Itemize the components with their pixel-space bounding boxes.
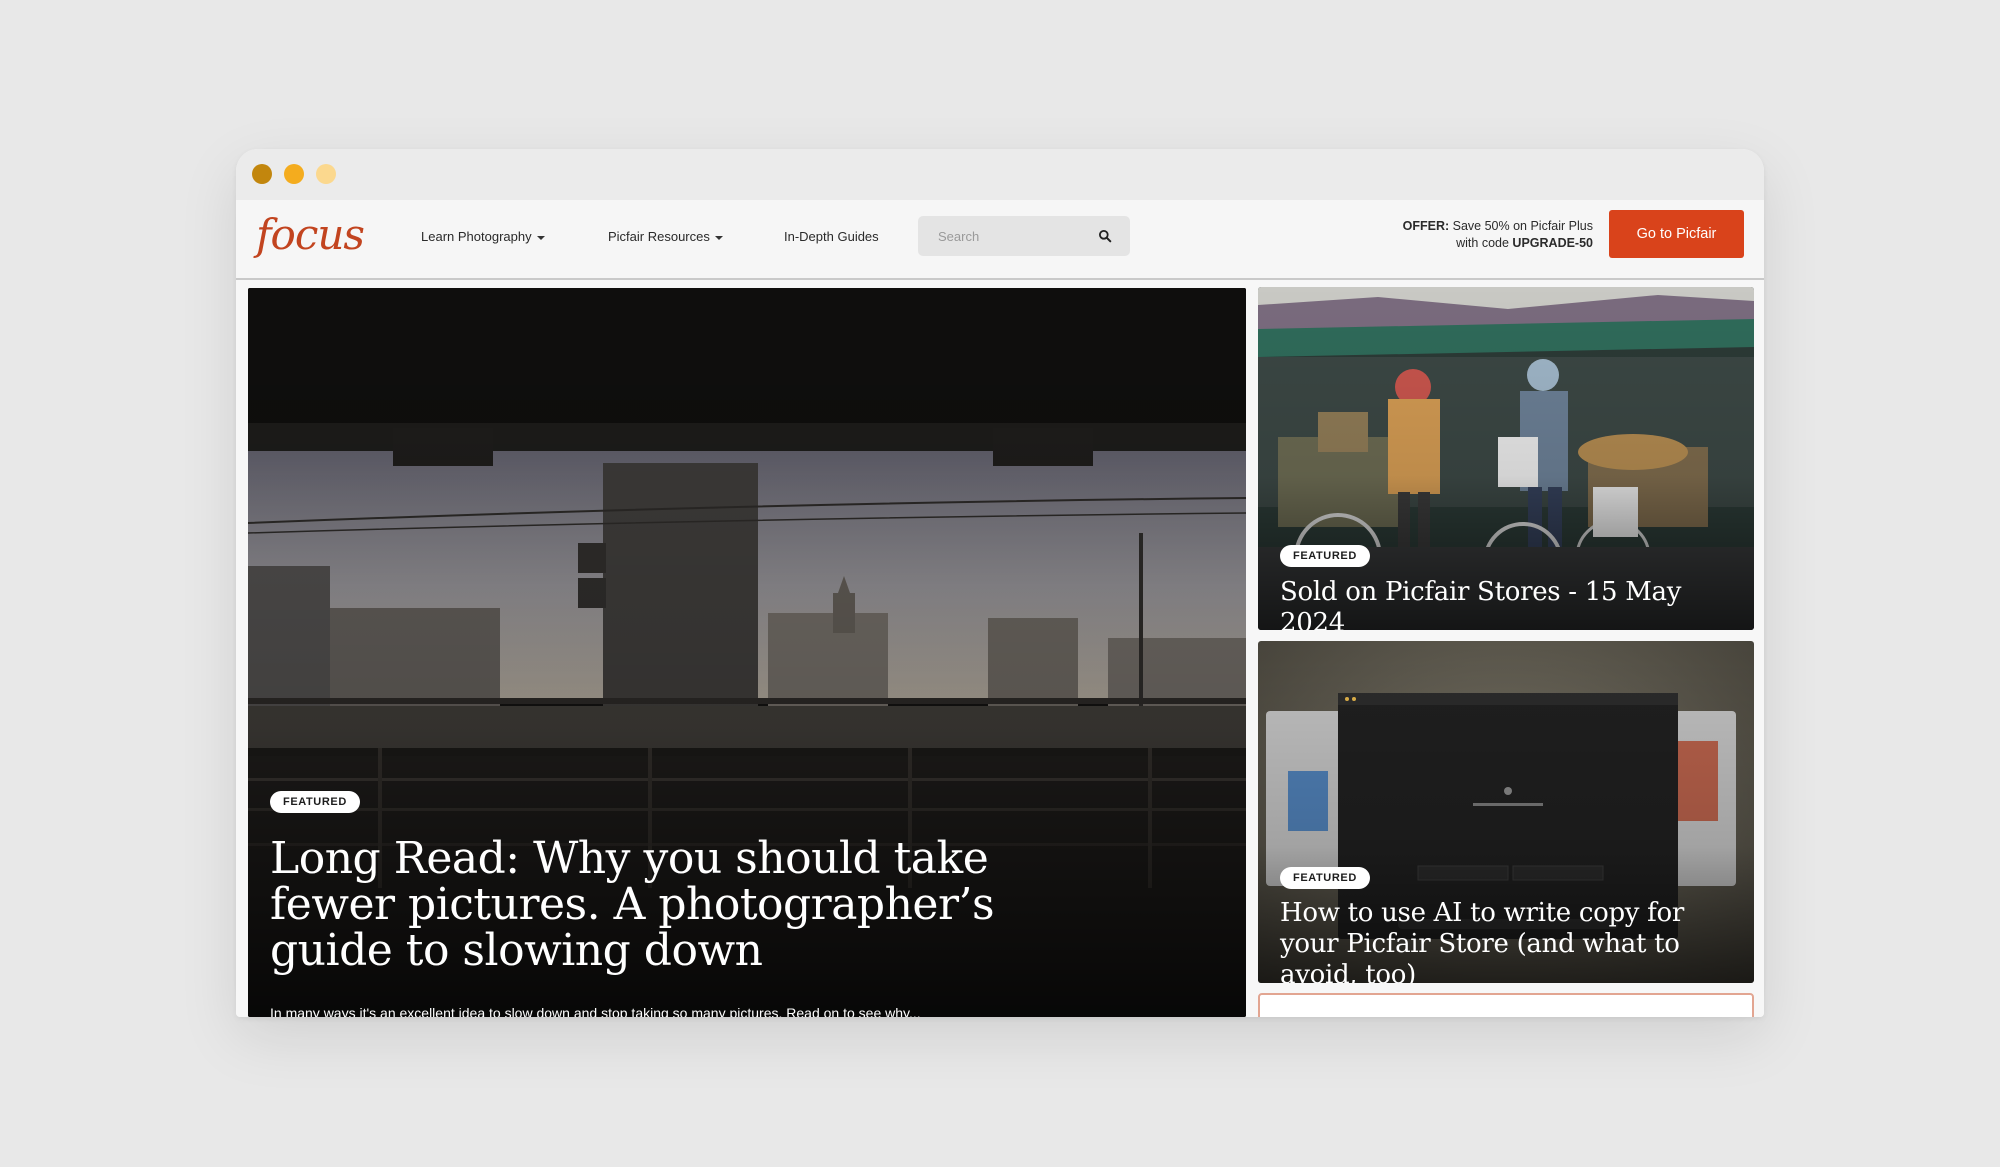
main-content: FEATURED Long Read: Why you should take … (236, 280, 1764, 1017)
window-titlebar (236, 149, 1764, 200)
go-to-picfair-button[interactable]: Go to Picfair (1609, 210, 1744, 258)
caret-down-icon (536, 235, 545, 240)
window-close-button[interactable] (252, 164, 272, 184)
nav-item-label: In-Depth Guides (784, 229, 879, 244)
article-card-partial[interactable] (1258, 993, 1754, 1017)
site-logo[interactable]: focus (256, 210, 365, 259)
window-zoom-button[interactable] (316, 164, 336, 184)
hero-article[interactable]: FEATURED Long Read: Why you should take … (248, 288, 1246, 1017)
caret-down-icon (714, 235, 723, 240)
site-header: focus Learn Photography Picfair Resource… (236, 200, 1764, 280)
offer-text: Save 50% on Picfair Plus (1452, 219, 1593, 233)
nav-picfair-resources[interactable]: Picfair Resources (608, 229, 723, 244)
search-icon[interactable] (1098, 229, 1112, 243)
article-card[interactable]: FEATURED How to use AI to write copy for… (1258, 641, 1754, 983)
nav-learn-photography[interactable]: Learn Photography (421, 229, 545, 244)
article-card-title[interactable]: How to use AI to write copy for your Pic… (1280, 898, 1750, 983)
browser-window: focus Learn Photography Picfair Resource… (236, 149, 1764, 1017)
nav-item-label: Picfair Resources (608, 229, 710, 244)
featured-badge: FEATURED (270, 791, 360, 813)
offer-prefix: OFFER: (1402, 219, 1450, 233)
featured-badge: FEATURED (1280, 545, 1370, 567)
promo-offer: OFFER: Save 50% on Picfair Plus with cod… (1341, 218, 1593, 252)
window-minimize-button[interactable] (284, 164, 304, 184)
hero-excerpt: In many ways it's an excellent idea to s… (270, 1005, 921, 1017)
offer-code: UPGRADE-50 (1512, 236, 1593, 250)
featured-badge: FEATURED (1280, 867, 1370, 889)
offer-code-prefix: with code (1456, 236, 1509, 250)
article-card[interactable]: FEATURED Sold on Picfair Stores - 15 May… (1258, 287, 1754, 630)
article-card-title[interactable]: Sold on Picfair Stores - 15 May 2024 (1280, 577, 1754, 630)
hero-title[interactable]: Long Read: Why you should take fewer pic… (270, 836, 1050, 974)
nav-item-label: Learn Photography (421, 229, 532, 244)
nav-in-depth-guides[interactable]: In-Depth Guides (784, 229, 879, 244)
